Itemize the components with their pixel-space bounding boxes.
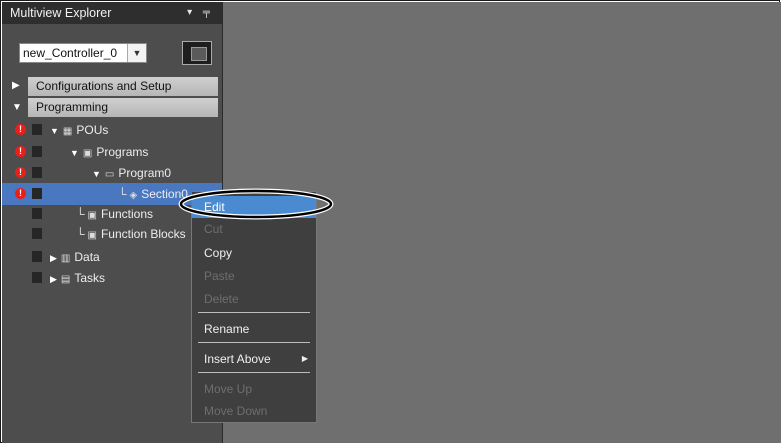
menu-item-label: Insert Above (204, 352, 271, 366)
tree-item-function-blocks[interactable]: └ ▣ Function Blocks (2, 223, 222, 245)
tree-item-label: Section0 (141, 187, 188, 201)
pous-icon: ▦ (62, 126, 73, 137)
chevron-down-icon[interactable]: ▼ (127, 44, 146, 62)
tree-item-label: Programs (96, 145, 149, 159)
menu-item-delete[interactable]: Delete (192, 288, 316, 310)
tree-item-tasks[interactable]: ▶ ▤ Tasks (2, 267, 222, 289)
tree-item-label: Function Blocks (100, 227, 186, 241)
tree-elbow-icon: └ (76, 227, 85, 241)
tree-item-label: Data (74, 250, 100, 264)
menu-item-rename[interactable]: Rename (192, 318, 316, 340)
section-collapse-icon[interactable]: ▼ (12, 102, 22, 113)
submenu-arrow-icon: ▶ (301, 354, 308, 363)
row-checkbox[interactable] (32, 251, 42, 262)
tree-item-label: Program0 (118, 166, 172, 180)
tree-elbow-icon: └ (118, 187, 127, 201)
window-frame: Multiview Explorer ▾ ╤ new_Controller_0 … (0, 0, 781, 443)
row-checkbox[interactable] (32, 272, 42, 283)
tree-item-pous[interactable]: ! ▼ ▦ POUs (2, 119, 222, 141)
controller-device-icon[interactable] (182, 41, 212, 65)
controller-select[interactable]: new_Controller_0 ▼ (19, 43, 147, 63)
row-checkbox[interactable] (32, 228, 42, 239)
tree-item-label: Functions (100, 207, 153, 221)
menu-item-edit[interactable]: Edit (192, 196, 316, 218)
expand-toggle-icon[interactable]: ▶ (50, 253, 57, 263)
row-checkbox[interactable] (32, 167, 42, 178)
menu-item-insert-above[interactable]: Insert Above ▶ (192, 348, 316, 370)
menu-separator (198, 342, 310, 343)
tree-item-program0[interactable]: ! ▼ ▭ Program0 (2, 162, 222, 184)
tasks-icon: ▤ (60, 274, 71, 285)
row-checkbox[interactable] (32, 124, 42, 135)
tree-item-functions[interactable]: └ ▣ Functions (2, 203, 222, 225)
panel-header: Multiview Explorer ▾ ╤ (2, 2, 222, 24)
menu-separator (198, 372, 310, 373)
multiview-explorer-panel: Multiview Explorer ▾ ╤ new_Controller_0 … (2, 2, 222, 443)
menu-item-move-up[interactable]: Move Up (192, 378, 316, 400)
section-programming[interactable]: Programming (28, 98, 218, 117)
menu-item-paste[interactable]: Paste (192, 265, 316, 287)
pin-icon[interactable]: ▾ ╤ (187, 2, 214, 24)
row-checkbox[interactable] (32, 208, 42, 219)
tree-item-section0[interactable]: ! └ ◈ Section0 (2, 183, 222, 205)
tree-item-data[interactable]: ▶ ▥ Data (2, 246, 222, 268)
controller-select-value: new_Controller_0 (23, 46, 118, 60)
menu-item-copy[interactable]: Copy (192, 242, 316, 264)
menu-item-move-down[interactable]: Move Down (192, 400, 316, 422)
error-icon: ! (15, 167, 26, 178)
function-blocks-icon: ▣ (87, 230, 97, 241)
row-checkbox[interactable] (32, 146, 42, 157)
menu-item-cut[interactable]: Cut (192, 218, 316, 240)
expand-toggle-icon[interactable]: ▼ (50, 126, 59, 136)
section-expand-icon[interactable]: ▶ (12, 80, 20, 91)
error-icon: ! (15, 146, 26, 157)
section-configurations-and-setup[interactable]: Configurations and Setup (28, 77, 218, 96)
tree-item-label: Tasks (74, 271, 106, 285)
tree-item-programs[interactable]: ! ▼ ▣ Programs (2, 141, 222, 163)
panel-title: Multiview Explorer (10, 6, 112, 20)
tree-elbow-icon: └ (76, 207, 85, 221)
error-icon: ! (15, 188, 26, 199)
menu-separator (198, 312, 310, 313)
tree-item-label: POUs (76, 123, 109, 137)
row-checkbox[interactable] (32, 188, 42, 199)
error-icon: ! (15, 124, 26, 135)
expand-toggle-icon[interactable]: ▶ (50, 274, 57, 284)
expand-toggle-icon[interactable]: ▼ (92, 169, 101, 179)
context-menu: Edit Cut Copy Paste Delete Rename Insert… (191, 191, 317, 423)
expand-toggle-icon[interactable]: ▼ (70, 148, 79, 158)
